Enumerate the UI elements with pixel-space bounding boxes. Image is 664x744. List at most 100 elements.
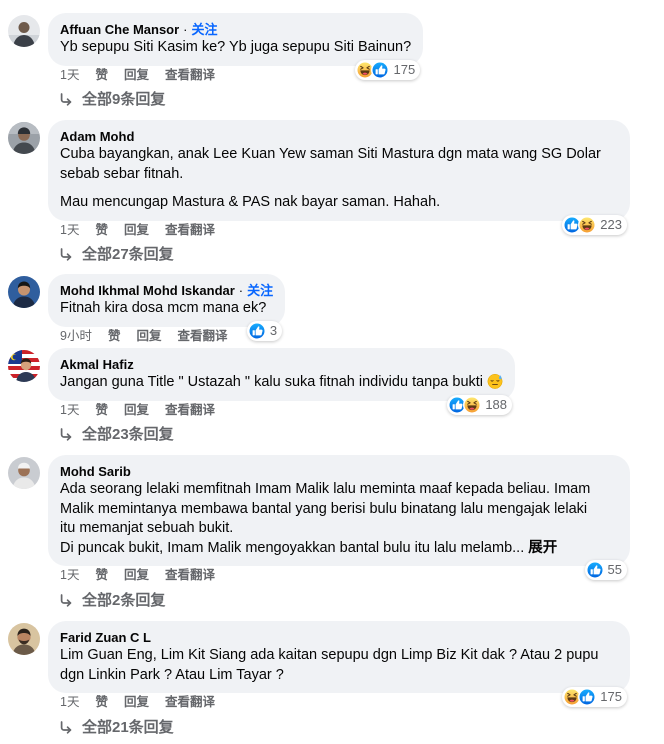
- reply-arrow-icon: [60, 721, 72, 734]
- like-button[interactable]: 赞: [108, 329, 121, 343]
- author-name[interactable]: Farid Zuan C L: [60, 630, 151, 645]
- comment-text: Jangan guna Title " Ustazah " kalu suka …: [60, 373, 503, 393]
- comment-text-line: Jangan guna Title " Ustazah " kalu suka …: [60, 373, 503, 393]
- reactions-badge[interactable]: 188: [447, 394, 513, 415]
- haha-icon: [578, 216, 596, 234]
- author-name[interactable]: Mohd Sarib: [60, 464, 131, 479]
- avatar[interactable]: [8, 15, 40, 47]
- timestamp[interactable]: 9小时: [60, 329, 92, 343]
- like-button[interactable]: 赞: [95, 695, 108, 709]
- comment: Mohd Ikhmal Mohd Iskandar · 关注 Fitnah kira…: [0, 274, 664, 344]
- avatar[interactable]: [8, 276, 40, 308]
- reply-button[interactable]: 回复: [124, 568, 149, 582]
- reply-button[interactable]: 回复: [124, 695, 149, 709]
- see-translation-button[interactable]: 查看翻译: [165, 403, 215, 417]
- follow-button[interactable]: 关注: [247, 283, 273, 298]
- timestamp[interactable]: 1天: [60, 68, 79, 82]
- comment-text-line: Ada seorang lelaki memfitnah Imam Malik …: [60, 481, 591, 497]
- author-name[interactable]: Adam Mohd: [60, 129, 134, 144]
- reply-button[interactable]: 回复: [124, 403, 149, 417]
- avatar[interactable]: [8, 457, 40, 489]
- comment-text-line: sebab sebar fitnah.: [60, 165, 184, 182]
- comment: Akmal Hafiz Jangan guna Title " Ustazah …: [0, 348, 664, 443]
- comment-text-line: Mau mencungap Mastura & PAS nak bayar sa…: [60, 194, 441, 210]
- comment-bubble: Adam Mohd Cuba bayangkan, anak Lee Kuan …: [48, 120, 630, 235]
- avatar[interactable]: [8, 623, 40, 655]
- reactions-badge[interactable]: 175: [562, 687, 627, 707]
- timestamp[interactable]: 1天: [60, 223, 79, 237]
- comment-bubble: Farid Zuan C L Lim Guan Eng, Lim Kit Sia…: [48, 621, 630, 707]
- comment-actions: 1天 赞 回复 查看翻译: [48, 402, 664, 418]
- follow-button[interactable]: 关注: [192, 22, 218, 37]
- like-icon: [578, 688, 596, 706]
- reply-button[interactable]: 回复: [136, 329, 161, 343]
- comment-text: Lim Guan Eng, Lim Kit Siang ada kaitan s…: [60, 646, 618, 685]
- timestamp[interactable]: 1天: [60, 403, 79, 417]
- comment-actions: 9小时 赞 回复 查看翻译: [48, 328, 664, 344]
- reply-arrow-icon: [60, 594, 72, 607]
- comment-text-line: Malik memintanya membawa bantal yang ber…: [60, 500, 588, 517]
- author-row: Affuan Che Mansor · 关注: [60, 21, 411, 38]
- see-translation-button[interactable]: 查看翻译: [165, 223, 215, 237]
- timestamp[interactable]: 1天: [60, 695, 79, 709]
- comment: Adam Mohd Cuba bayangkan, anak Lee Kuan …: [0, 120, 664, 263]
- comment-bubble: Akmal Hafiz Jangan guna Title " Ustazah …: [48, 348, 516, 415]
- author-row: Farid Zuan C L: [60, 629, 618, 646]
- like-button[interactable]: 赞: [95, 68, 108, 82]
- author-name[interactable]: Akmal Hafiz: [60, 357, 134, 372]
- reply-arrow-icon: [60, 428, 72, 441]
- view-replies-link[interactable]: 全部27条回复: [48, 238, 664, 263]
- timestamp[interactable]: 1天: [60, 568, 79, 582]
- avatar[interactable]: [8, 122, 40, 154]
- reply-button[interactable]: 回复: [124, 223, 149, 237]
- see-translation-button[interactable]: 查看翻译: [165, 68, 215, 82]
- see-more-button[interactable]: 展开: [528, 540, 557, 556]
- comment-body: Adam Mohd Cuba bayangkan, anak Lee Kuan …: [48, 120, 664, 263]
- reactions-badge[interactable]: 3: [246, 320, 283, 341]
- view-replies-label: 全部23条回复: [82, 426, 174, 443]
- like-button[interactable]: 赞: [95, 403, 108, 417]
- see-translation-button[interactable]: 查看翻译: [165, 568, 215, 582]
- reply-button[interactable]: 回复: [124, 68, 149, 82]
- comment-text: Yb sepupu Siti Kasim ke? Yb juga sepupu …: [60, 38, 411, 58]
- like-button[interactable]: 赞: [95, 568, 108, 582]
- author-name[interactable]: Affuan Che Mansor: [60, 22, 179, 37]
- comment-text-line: Di puncak bukit, Imam Malik mengoyakkan …: [60, 539, 618, 559]
- reaction-count: 175: [600, 689, 622, 704]
- comment-body: Farid Zuan C L Lim Guan Eng, Lim Kit Sia…: [48, 621, 664, 736]
- view-replies-link[interactable]: 全部21条回复: [48, 710, 664, 736]
- author-name[interactable]: Mohd Ikhmal Mohd Iskandar: [60, 283, 235, 298]
- like-icon: [248, 322, 266, 340]
- comment-bubble: Mohd Ikhmal Mohd Iskandar · 关注 Fitnah kira…: [48, 274, 286, 341]
- reaction-count: 55: [607, 562, 622, 577]
- reactions-badge[interactable]: 175: [355, 59, 421, 80]
- view-replies-label: 全部9条回复: [82, 91, 166, 108]
- comment-body: Affuan Che Mansor · 关注 Yb sepupu Siti Kasi…: [48, 13, 664, 108]
- like-icon: [586, 561, 604, 579]
- view-replies-link[interactable]: 全部2条回复: [48, 583, 664, 609]
- view-replies-label: 全部21条回复: [82, 718, 174, 736]
- reaction-count: 188: [485, 396, 508, 412]
- like-button[interactable]: 赞: [95, 223, 108, 237]
- comment-text: Ada seorang lelaki memfitnah Imam Malik …: [60, 480, 618, 558]
- see-translation-button[interactable]: 查看翻译: [165, 695, 215, 709]
- reaction-count: 3: [269, 322, 278, 338]
- comment-text-line: Fitnah kira dosa mcm mana ek?: [60, 300, 267, 316]
- separator-dot: ·: [183, 22, 188, 37]
- comment-body: Akmal Hafiz Jangan guna Title " Ustazah …: [48, 348, 664, 443]
- reaction-count: 175: [393, 61, 416, 77]
- reply-arrow-icon: [60, 248, 72, 261]
- view-replies-link[interactable]: 全部9条回复: [48, 83, 664, 108]
- comment-text: Cuba bayangkan, anak Lee Kuan Yew saman …: [60, 145, 618, 184]
- like-icon: [371, 61, 389, 79]
- author-row: Mohd Sarib: [60, 463, 618, 480]
- comment-text-line: dgn Linkin Park ? Atau Lim Tayar ?: [60, 666, 284, 683]
- comment-actions: 1天 赞 回复 查看翻译: [48, 567, 664, 583]
- see-translation-button[interactable]: 查看翻译: [177, 329, 227, 343]
- reactions-badge[interactable]: 55: [584, 560, 627, 580]
- comment: Farid Zuan C L Lim Guan Eng, Lim Kit Sia…: [0, 621, 664, 736]
- avatar[interactable]: [8, 350, 40, 382]
- reactions-badge[interactable]: 223: [562, 214, 627, 235]
- view-replies-link[interactable]: 全部23条回复: [48, 418, 664, 443]
- author-row: Mohd Ikhmal Mohd Iskandar · 关注: [60, 282, 273, 299]
